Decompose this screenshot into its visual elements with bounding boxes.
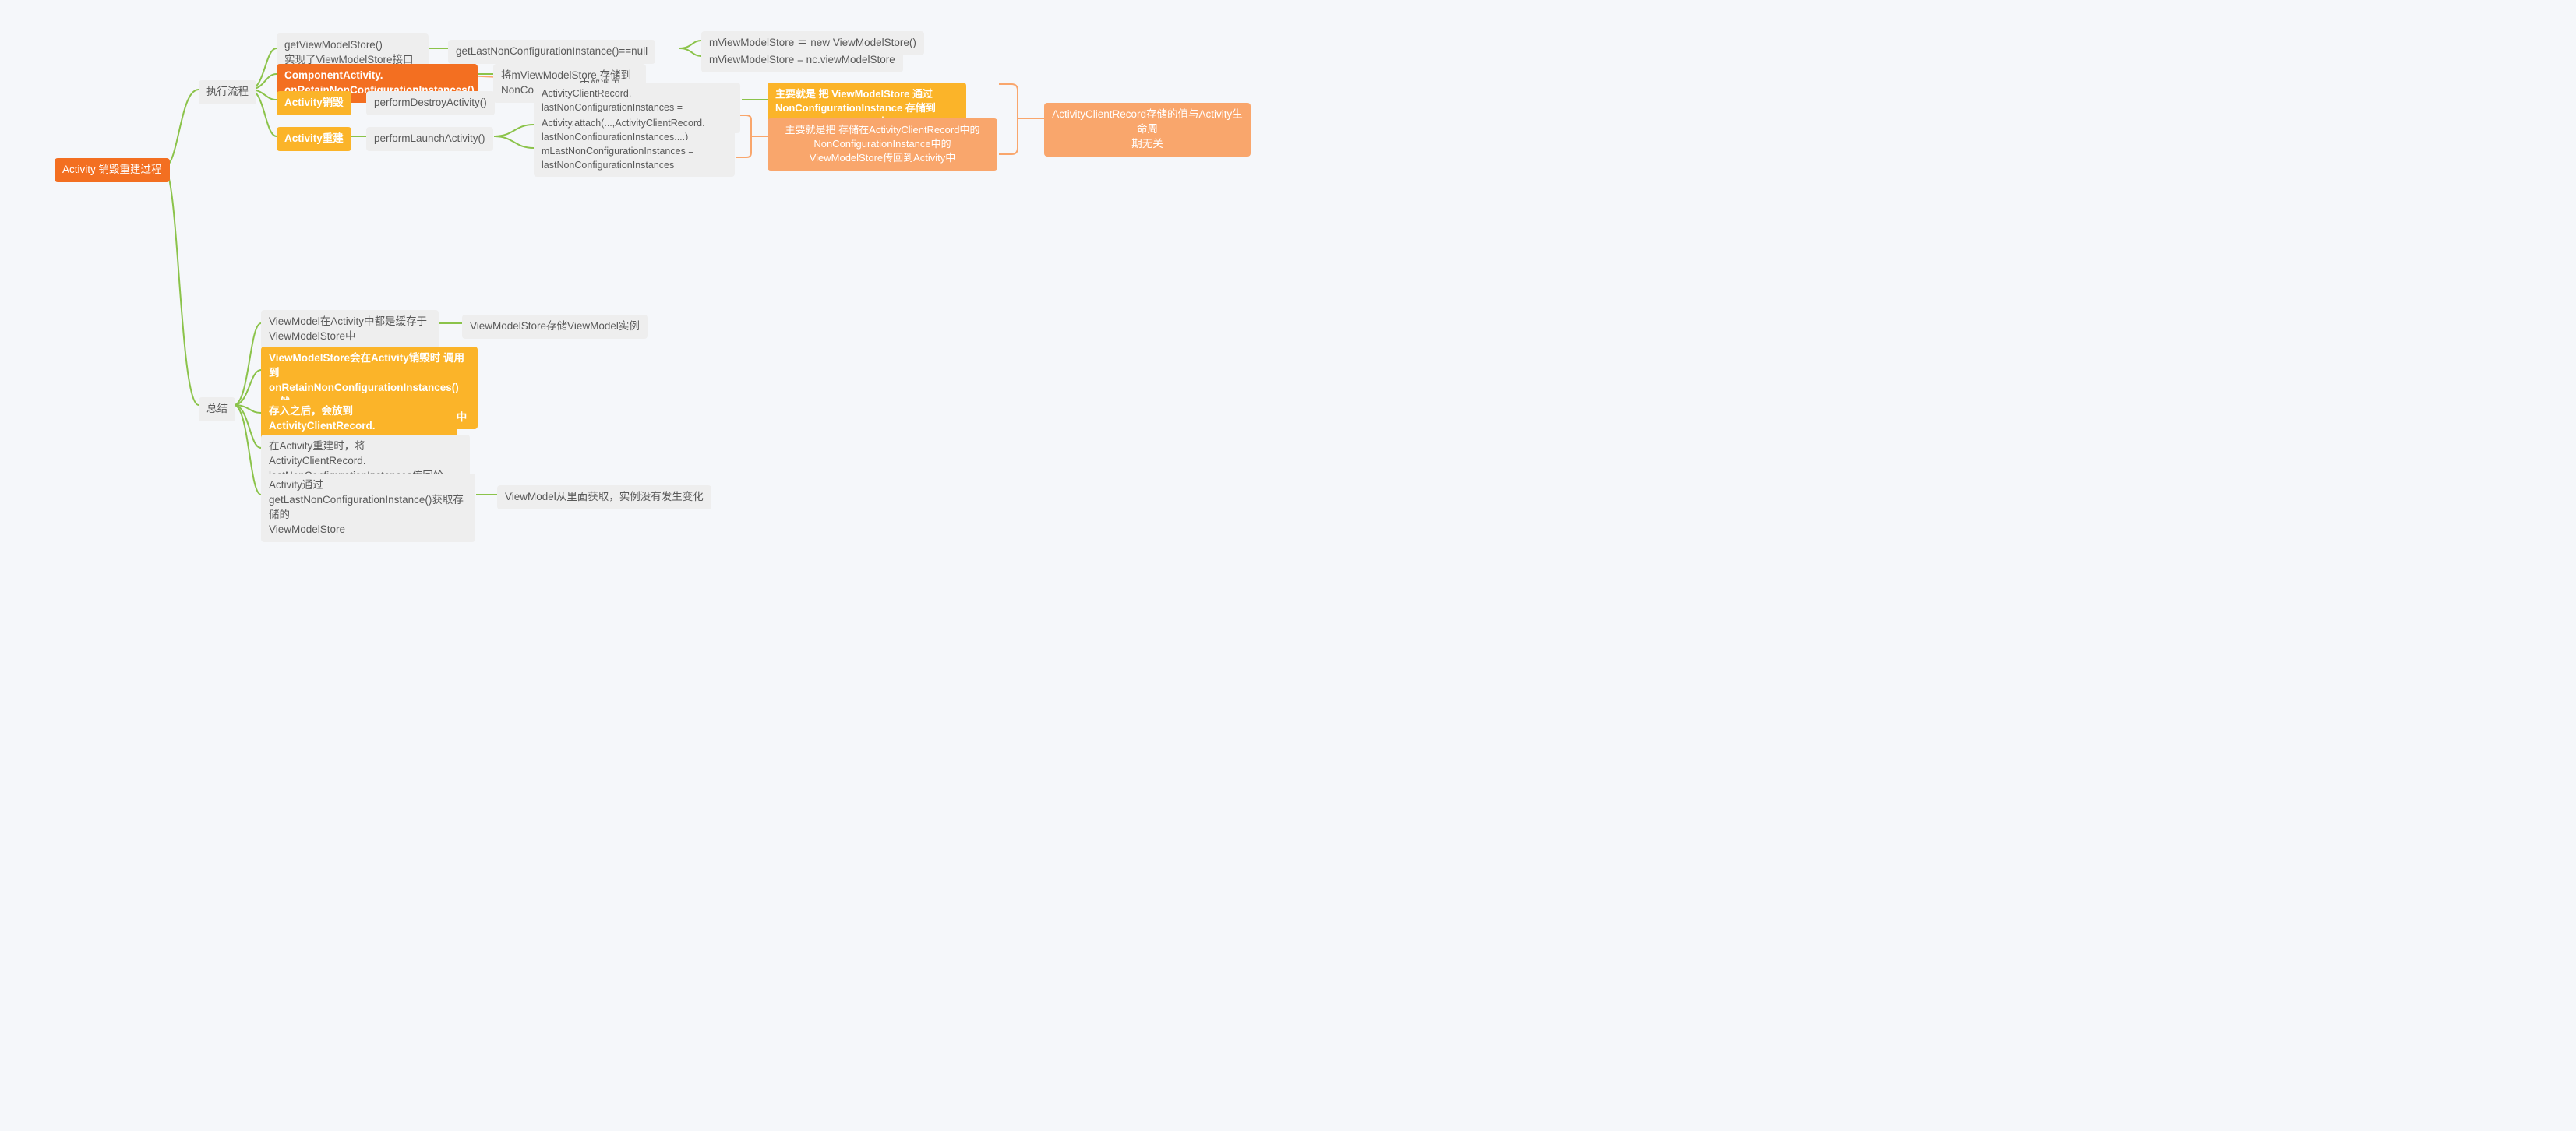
mindmap-canvas: Activity 销毁重建过程 执行流程 getViewModelStore()… [16,16,1262,576]
node-destroy[interactable]: Activity销毁 [277,91,351,115]
node-mlast[interactable]: mLastNonConfigurationInstances = lastNon… [534,140,735,177]
node-perform-destroy[interactable]: performDestroyActivity() [366,91,495,115]
node-perform-launch[interactable]: performLaunchActivity() [366,127,493,151]
node-sum1[interactable]: ViewModel在Activity中都是缓存于 ViewModelStore中 [261,310,439,349]
node-nc-vms[interactable]: mViewModelStore = nc.viewModelStore [701,48,903,72]
node-sum1-child[interactable]: ViewModelStore存储ViewModel实例 [462,315,648,339]
node-rebuild[interactable]: Activity重建 [277,127,351,151]
root-node[interactable]: Activity 销毁重建过程 [55,158,170,182]
node-main-return[interactable]: 主要就是把 存储在ActivityClientRecord中的 NonConfi… [768,118,997,171]
node-get-last-null[interactable]: getLastNonConfigurationInstance()==null [448,40,655,64]
node-sum5[interactable]: Activity通过 getLastNonConfigurationInstan… [261,474,475,542]
node-summary[interactable]: 总结 [199,397,235,421]
node-sum5-child[interactable]: ViewModel从里面获取，实例没有发生变化 [497,485,711,509]
node-acr-life[interactable]: ActivityClientRecord存储的值与Activity生命周 期无关 [1044,103,1251,157]
node-exec-flow[interactable]: 执行流程 [199,80,256,104]
